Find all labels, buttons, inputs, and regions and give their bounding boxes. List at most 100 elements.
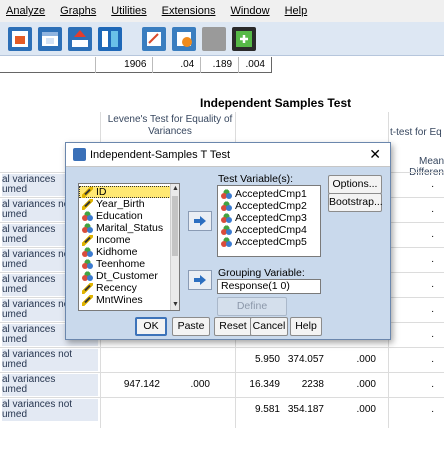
menu-item-graphs[interactable]: Graphs: [60, 5, 96, 17]
table-cell: 374.057: [287, 354, 324, 365]
nominal-measure-icon: [82, 246, 93, 258]
cell: .04: [152, 57, 200, 73]
paste-button[interactable]: Paste: [172, 317, 210, 336]
grouping-variable-label: Grouping Variable:: [218, 267, 305, 279]
scroll-thumb[interactable]: [172, 196, 178, 256]
script-icon[interactable]: [172, 26, 196, 51]
ok-button[interactable]: OK: [135, 317, 167, 336]
help-button[interactable]: Help: [290, 317, 322, 336]
variable-sort-icon[interactable]: [68, 26, 92, 51]
chart-builder-icon[interactable]: [8, 26, 32, 51]
variable-name: Kidhome: [96, 246, 138, 258]
add-icon[interactable]: [232, 26, 256, 51]
syntax-editor-icon[interactable]: [142, 26, 166, 51]
table-cell: 2238: [301, 379, 324, 390]
source-variable-item[interactable]: Education: [79, 210, 179, 222]
source-variable-item[interactable]: Dt_Customer: [79, 270, 179, 282]
toolbar: [0, 22, 444, 56]
table-cell: .: [431, 179, 434, 190]
source-variable-item[interactable]: ID: [79, 186, 179, 198]
menu-item-window[interactable]: Window: [230, 5, 269, 17]
scroll-up-icon[interactable]: ▲: [172, 185, 179, 193]
table-cell: .000: [356, 404, 376, 415]
table-cell: .: [431, 354, 434, 365]
menu-item-help[interactable]: Help: [285, 5, 308, 17]
source-variable-item[interactable]: Teenhome: [79, 258, 179, 270]
options-button[interactable]: Options...: [328, 175, 382, 194]
scale-measure-icon: [82, 282, 93, 294]
output-table-title: Independent Samples Test: [200, 96, 352, 110]
move-to-grouping-button[interactable]: [188, 270, 212, 290]
nominal-measure-icon: [82, 210, 93, 222]
source-variable-item[interactable]: Marital_Status: [79, 222, 179, 234]
test-variables-list[interactable]: AcceptedCmp1 AcceptedCmp2 AcceptedCmp3 Acce…: [217, 185, 321, 257]
source-variable-item[interactable]: Recency: [79, 282, 179, 294]
table-cell: .: [431, 304, 434, 315]
menu-item-analyze[interactable]: Analyze: [6, 5, 45, 17]
pivot-table-icon[interactable]: [38, 26, 62, 51]
table-cell: .: [431, 254, 434, 265]
table-cell: 947.142: [123, 379, 160, 390]
source-variable-item[interactable]: Kidhome: [79, 246, 179, 258]
table-cell: 9.581: [254, 404, 280, 415]
variable-name: MntWines: [96, 294, 143, 306]
dialog-titlebar: Independent-Samples T Test ✕: [66, 143, 390, 167]
table-cell: .000: [356, 379, 376, 390]
cell: .189: [200, 57, 238, 73]
nominal-measure-icon: [221, 224, 232, 236]
scale-measure-icon: [82, 294, 93, 306]
grouping-variable-field[interactable]: Response(1 0): [217, 279, 321, 294]
source-variable-list[interactable]: ID Year_Birth Education Marital_Status Incom…: [78, 183, 180, 311]
source-variable-item[interactable]: Income: [79, 234, 179, 246]
top-results-row: 1906 .04 .189 .004: [0, 57, 272, 73]
table-cell: 5.950: [254, 354, 280, 365]
cell: .004: [238, 57, 271, 73]
source-variable-item[interactable]: Year_Birth: [79, 198, 179, 210]
table-cell: 16.349: [249, 379, 280, 390]
scale-measure-icon: [82, 186, 93, 198]
table-cell: .: [431, 279, 434, 290]
table-row: al variances umed 947.142 .000 16.349 2238 .0…: [0, 372, 444, 396]
test-variable-item[interactable]: AcceptedCmp5: [218, 236, 320, 248]
bootstrap-button[interactable]: Bootstrap...: [328, 193, 383, 212]
close-icon[interactable]: ✕: [369, 146, 381, 163]
source-variable-item[interactable]: MntWines: [79, 294, 179, 306]
nominal-measure-icon: [221, 188, 232, 200]
independent-samples-t-test-dialog: Independent-Samples T Test ✕ ID Year_Birt…: [65, 142, 391, 340]
menu-item-utilities[interactable]: Utilities: [111, 5, 146, 17]
nominal-measure-icon: [82, 222, 93, 234]
arrow-right-icon: [194, 216, 206, 226]
table-row: al variances not umed 9.581 354.187 .000.: [0, 397, 444, 421]
test-variable-item[interactable]: AcceptedCmp4: [218, 224, 320, 236]
variable-name: AcceptedCmp4: [235, 224, 307, 236]
levene-header: Levene's Test for Equality of Variances: [107, 114, 233, 137]
nominal-measure-icon: [221, 236, 232, 248]
dialog-title: Independent-Samples T Test: [90, 149, 231, 161]
reset-button[interactable]: Reset: [214, 317, 252, 336]
blank-icon: [202, 26, 226, 51]
test-variable-item[interactable]: AcceptedCmp1: [218, 188, 320, 200]
table-row: al variances not umed 5.950 374.057 .000.: [0, 347, 444, 371]
table-cell: .000: [190, 379, 210, 390]
table-cell: .: [431, 404, 434, 415]
scroll-down-icon[interactable]: ▼: [172, 301, 179, 309]
nominal-measure-icon: [221, 200, 232, 212]
split-file-icon[interactable]: [98, 26, 122, 51]
nominal-measure-icon: [82, 270, 93, 282]
scrollbar[interactable]: ▲ ▼: [170, 184, 179, 310]
cancel-button[interactable]: Cancel: [250, 317, 288, 336]
move-to-test-variables-button[interactable]: [188, 211, 212, 231]
menu-item-extensions[interactable]: Extensions: [162, 5, 216, 17]
table-cell: .000: [356, 354, 376, 365]
variable-name: Income: [96, 234, 131, 246]
test-variable-item[interactable]: AcceptedCmp3: [218, 212, 320, 224]
cell: 1906: [94, 57, 153, 73]
variable-name: Recency: [96, 282, 137, 294]
nominal-measure-icon: [82, 258, 93, 270]
row-label: al variances not umed: [2, 349, 98, 371]
row-label: al variances not umed: [2, 399, 98, 421]
test-variable-item[interactable]: AcceptedCmp2: [218, 200, 320, 212]
scale-measure-icon: [82, 198, 93, 210]
define-groups-button[interactable]: Define Groups...: [217, 297, 287, 329]
variable-name: ID: [96, 186, 107, 198]
